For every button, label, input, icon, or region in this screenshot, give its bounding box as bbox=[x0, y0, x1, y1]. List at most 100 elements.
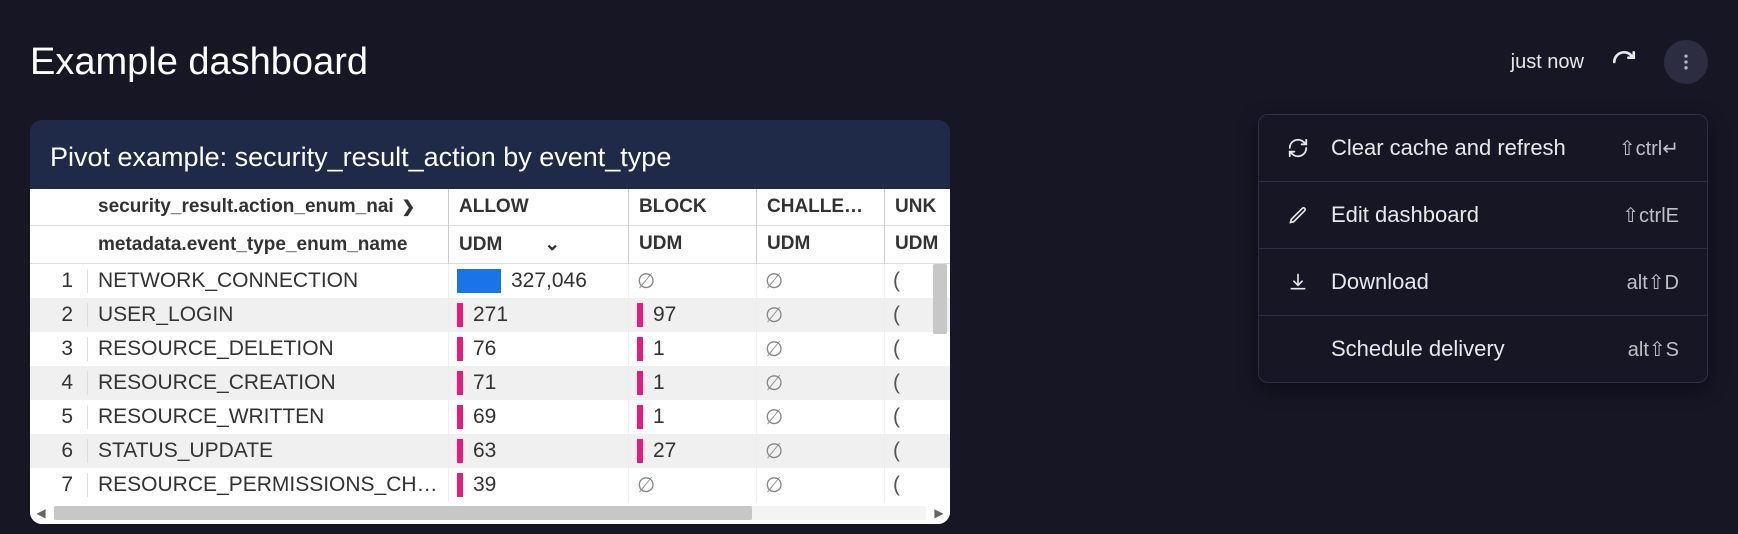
chevron-down-icon: ⌄ bbox=[544, 233, 560, 256]
bar-indicator bbox=[457, 371, 463, 395]
cell-value: 27 bbox=[653, 439, 676, 463]
allow-cell: 69 bbox=[448, 400, 628, 434]
allow-cell: 71 bbox=[448, 366, 628, 400]
bar-indicator bbox=[457, 405, 463, 429]
cell-value: 71 bbox=[473, 371, 496, 395]
bar-indicator bbox=[457, 473, 463, 497]
measure-col-unknown[interactable]: UDM bbox=[884, 226, 950, 264]
horizontal-scrollbar[interactable]: ◀ ▶ bbox=[30, 502, 950, 524]
scroll-thumb[interactable] bbox=[54, 506, 752, 520]
menu-download[interactable]: Download alt⇧D bbox=[1259, 248, 1707, 315]
header-rownum-2 bbox=[30, 226, 88, 264]
unknown-cell: ( bbox=[884, 400, 950, 434]
block-cell: 1 bbox=[628, 400, 756, 434]
pivot-col-unknown[interactable]: UNK bbox=[884, 189, 950, 226]
cell-value: ∅ bbox=[765, 269, 783, 294]
scroll-left-icon[interactable]: ◀ bbox=[30, 506, 52, 520]
event-type-cell: NETWORK_CONNECTION bbox=[88, 269, 448, 293]
header-dimension-2[interactable]: metadata.event_type_enum_name bbox=[88, 226, 448, 264]
cell-value: ( bbox=[893, 405, 900, 429]
cell-value: 97 bbox=[653, 303, 676, 327]
challenge-cell: ∅ bbox=[756, 366, 884, 400]
menu-schedule-delivery[interactable]: Schedule delivery alt⇧S bbox=[1259, 315, 1707, 382]
table-row[interactable]: 2USER_LOGIN 271 97 ∅ ( bbox=[30, 298, 950, 332]
table-row[interactable]: 3RESOURCE_DELETION 76 1 ∅ ( bbox=[30, 332, 950, 366]
more-vertical-icon bbox=[1676, 52, 1696, 72]
table-row[interactable]: 1NETWORK_CONNECTION327,046∅∅( bbox=[30, 264, 950, 298]
menu-item-label: Download bbox=[1331, 269, 1605, 295]
block-cell: ∅ bbox=[628, 468, 756, 502]
allow-cell: 327,046 bbox=[448, 264, 628, 298]
cell-value: 76 bbox=[473, 337, 496, 361]
allow-cell: 63 bbox=[448, 434, 628, 468]
scroll-right-icon[interactable]: ▶ bbox=[928, 506, 950, 520]
cell-value: 271 bbox=[473, 303, 508, 327]
header-dimension-2-label: metadata.event_type_enum_name bbox=[98, 234, 407, 256]
measure-col-challenge[interactable]: UDM bbox=[756, 226, 884, 264]
challenge-cell: ∅ bbox=[756, 434, 884, 468]
row-number: 3 bbox=[30, 337, 88, 361]
row-number: 2 bbox=[30, 303, 88, 327]
bar-indicator bbox=[457, 303, 463, 327]
menu-clear-cache-refresh[interactable]: Clear cache and refresh ⇧ctrl↵ bbox=[1259, 115, 1707, 181]
cell-value: 63 bbox=[473, 439, 496, 463]
menu-item-label: Clear cache and refresh bbox=[1331, 135, 1597, 161]
cell-value: ∅ bbox=[637, 473, 655, 498]
cell-value: ( bbox=[893, 439, 900, 463]
event-type-cell: USER_LOGIN bbox=[88, 303, 448, 327]
challenge-cell: ∅ bbox=[756, 332, 884, 366]
table-row[interactable]: 5RESOURCE_WRITTEN691∅( bbox=[30, 400, 950, 434]
row-number: 1 bbox=[30, 269, 88, 293]
cell-value: 1 bbox=[653, 405, 665, 429]
cell-value: ∅ bbox=[765, 473, 783, 498]
challenge-cell: ∅ bbox=[756, 468, 884, 502]
bar-indicator bbox=[457, 337, 463, 361]
measure-col-block[interactable]: UDM bbox=[628, 226, 756, 264]
cell-value: ( bbox=[893, 473, 900, 497]
pivot-col-block[interactable]: BLOCK bbox=[628, 189, 756, 226]
unknown-cell: ( bbox=[884, 332, 950, 366]
more-menu-button[interactable] bbox=[1664, 40, 1708, 84]
dashboard-menu: Clear cache and refresh ⇧ctrl↵ Edit dash… bbox=[1258, 114, 1708, 383]
scroll-track[interactable] bbox=[54, 506, 926, 520]
table-row[interactable]: 6STATUS_UPDATE6327∅( bbox=[30, 434, 950, 468]
row-number: 7 bbox=[30, 473, 88, 497]
cell-value: 1 bbox=[653, 337, 665, 361]
event-type-cell: RESOURCE_DELETION bbox=[88, 337, 448, 361]
chevron-right-icon: ❯ bbox=[402, 197, 415, 217]
bar-indicator bbox=[457, 439, 463, 463]
event-type-cell: STATUS_UPDATE bbox=[88, 439, 448, 463]
measure-col-allow[interactable]: UDM ⌄ bbox=[448, 226, 628, 264]
refresh-button[interactable] bbox=[1602, 40, 1646, 84]
unknown-cell: ( bbox=[884, 468, 950, 502]
block-cell: 97 bbox=[628, 298, 756, 332]
unknown-cell: ( bbox=[884, 366, 950, 400]
header-dimension-1[interactable]: security_result.action_enum_nai ❯ bbox=[88, 189, 448, 226]
cell-value: 327,046 bbox=[511, 269, 587, 293]
menu-edit-dashboard[interactable]: Edit dashboard ⇧ctrlE bbox=[1259, 181, 1707, 248]
menu-item-shortcut: alt⇧D bbox=[1627, 270, 1679, 295]
block-cell: 1 bbox=[628, 366, 756, 400]
menu-item-shortcut: alt⇧S bbox=[1628, 337, 1679, 362]
row-number: 5 bbox=[30, 405, 88, 429]
vertical-scrollbar[interactable] bbox=[933, 264, 947, 334]
cell-value: ∅ bbox=[765, 439, 783, 464]
pivot-tile: Pivot example: security_result_action by… bbox=[30, 120, 950, 524]
measure-label-allow: UDM bbox=[459, 234, 502, 256]
cell-value: 69 bbox=[473, 405, 496, 429]
bar-indicator bbox=[637, 439, 643, 463]
cell-value: ( bbox=[893, 303, 900, 327]
allow-cell: 39 bbox=[448, 468, 628, 502]
table-row[interactable]: 4RESOURCE_CREATION711∅( bbox=[30, 366, 950, 400]
pivot-col-allow[interactable]: ALLOW bbox=[448, 189, 628, 226]
challenge-cell: ∅ bbox=[756, 298, 884, 332]
cell-value: ∅ bbox=[765, 371, 783, 396]
menu-item-label: Schedule delivery bbox=[1331, 336, 1606, 362]
pivot-header: security_result.action_enum_nai ❯ ALLOW … bbox=[30, 189, 950, 264]
pivot-col-challenge[interactable]: CHALLE… bbox=[756, 189, 884, 226]
page-title: Example dashboard bbox=[30, 41, 1511, 84]
tile-title: Pivot example: security_result_action by… bbox=[30, 120, 950, 189]
table-row[interactable]: 7RESOURCE_PERMISSIONS_CHA…39∅∅( bbox=[30, 468, 950, 502]
cell-value: ( bbox=[893, 337, 900, 361]
allow-cell: 76 bbox=[448, 332, 628, 366]
